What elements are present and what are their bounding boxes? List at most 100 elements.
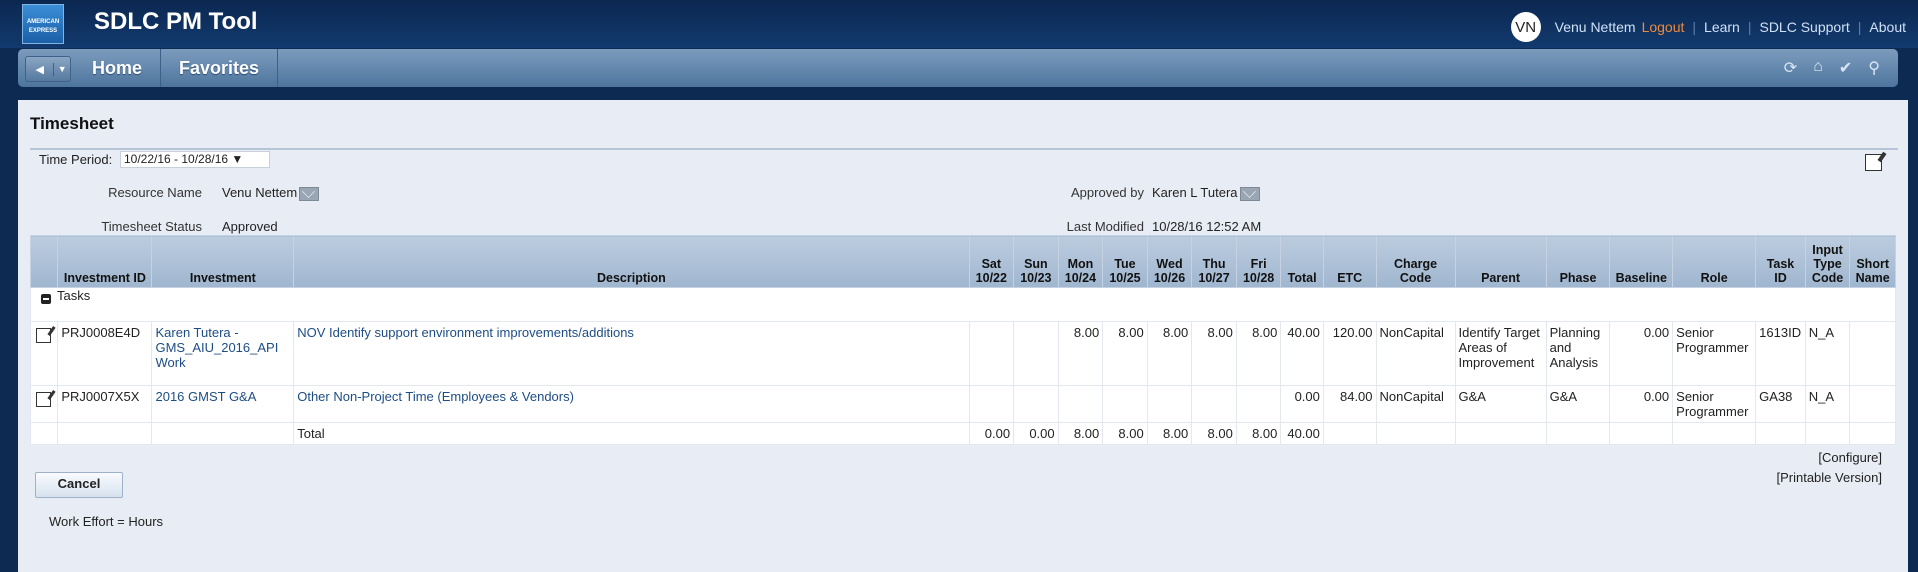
check-icon[interactable]: ✔ [1839,58,1852,78]
printable-version-link[interactable]: [Printable Version] [1776,470,1882,485]
thu-cell[interactable] [1191,385,1237,423]
role-cell: Senior Programmer [1672,321,1757,386]
refresh-icon[interactable]: ⟳ [1784,58,1797,78]
mail-icon[interactable] [1239,186,1260,201]
wed-cell[interactable]: 8.00 [1146,321,1193,386]
group-label: Tasks [57,288,91,303]
cancel-button[interactable]: Cancel [35,472,123,498]
header-baseline[interactable]: Baseline [1609,235,1674,288]
header-short-name[interactable]: Short Name [1849,235,1896,288]
header-parent[interactable]: Parent [1454,235,1547,288]
sun-total: 0.00 [1013,422,1059,445]
phase-cell: Planning and Analysis [1545,321,1611,386]
header-charge-code[interactable]: Charge Code [1375,235,1456,288]
sdlc-support-link[interactable]: SDLC Support [1759,19,1849,35]
header-fri[interactable]: Fri 10/28 [1235,235,1282,288]
header-mon[interactable]: Mon 10/24 [1057,235,1104,288]
header-select [29,235,59,288]
edit-icon[interactable] [36,392,51,407]
home-tab[interactable]: Home [74,49,162,87]
task-id-cell: 1613ID [1755,321,1806,386]
etc-cell: 120.00 [1322,321,1377,386]
header-investment-id[interactable]: Investment ID [57,235,153,288]
header-phase[interactable]: Phase [1545,235,1611,288]
logout-link[interactable]: Logout [1642,19,1685,35]
tue-cell[interactable]: 8.00 [1102,321,1148,386]
totals-row: Total 0.00 0.00 8.00 8.00 8.00 8.00 8.00… [29,422,1896,445]
favorites-tab[interactable]: Favorites [161,49,279,87]
top-nav: VN Venu Nettem Logout | Learn | SDLC Sup… [1510,12,1906,42]
charge-code-cell: NonCapital [1375,385,1456,423]
mon-total: 8.00 [1057,422,1104,445]
fri-total: 8.00 [1235,422,1282,445]
learn-link[interactable]: Learn [1704,19,1740,35]
back-button[interactable]: ◀ ▼ [25,56,71,82]
resource-name-value: Venu Nettem [222,185,320,201]
description-link[interactable]: Other Non-Project Time (Employees & Vend… [297,389,574,404]
timesheet-status-label: Timesheet Status [101,219,202,234]
configure-link[interactable]: [Configure] [1818,450,1882,465]
role-cell: Senior Programmer [1672,385,1757,423]
app-title: SDLC PM Tool [94,8,258,35]
content-panel: Timesheet Time Period: 10/22/16 - 10/28/… [18,100,1908,572]
header-sat[interactable]: Sat 10/22 [968,235,1015,288]
approved-by-value: Karen L Tutera [1152,185,1260,201]
divider: | [1857,19,1862,35]
mail-icon[interactable] [299,186,320,201]
fri-cell[interactable]: 8.00 [1235,321,1282,386]
header-task-id[interactable]: Task ID [1755,235,1806,288]
header-wed[interactable]: Wed 10/26 [1146,235,1193,288]
timesheet-status-value: Approved [222,219,278,234]
time-period-label: Time Period: [39,152,113,167]
about-link[interactable]: About [1869,19,1906,35]
investment-id-cell: PRJ0007X5X [57,385,153,423]
header-role[interactable]: Role [1672,235,1757,288]
description-link[interactable]: NOV Identify support environment improve… [297,325,634,340]
investment-link[interactable]: Karen Tutera - GMS_AIU_2016_API Work [155,325,278,370]
total-cell: 40.00 [1280,321,1324,386]
thu-cell[interactable]: 8.00 [1191,321,1237,386]
fri-cell[interactable] [1235,385,1282,423]
baseline-cell: 0.00 [1609,321,1674,386]
header-thu[interactable]: Thu 10/27 [1191,235,1237,288]
nav-icons: ⟳ ⌂ ✔ ⚲ [1784,58,1880,78]
amex-logo: AMERICAN EXPRESS [22,4,64,44]
header-description[interactable]: Description [293,235,970,288]
user-name-link[interactable]: Venu Nettem [1555,19,1636,35]
home-icon[interactable]: ⌂ [1813,58,1823,78]
parent-cell: Identify Target Areas of Improvement [1454,321,1547,386]
sun-cell[interactable] [1013,321,1059,386]
investment-id-cell: PRJ0008E4D [57,321,153,386]
sun-cell[interactable] [1013,385,1059,423]
avatar[interactable]: VN [1510,12,1541,42]
input-type-code-cell: N_A [1804,321,1851,386]
sat-cell[interactable] [968,385,1015,423]
back-arrow-icon[interactable]: ◀ [26,62,55,76]
investment-link[interactable]: 2016 GMST G&A [155,389,256,404]
divider: | [1692,19,1697,35]
sat-cell[interactable] [968,321,1015,386]
history-dropdown-icon[interactable]: ▼ [54,64,70,74]
mon-cell[interactable]: 8.00 [1057,321,1104,386]
edit-icon[interactable] [36,328,51,343]
time-period-select[interactable]: 10/22/16 - 10/28/16 ▼ [120,151,270,168]
tue-cell[interactable] [1102,385,1148,423]
header-investment[interactable]: Investment [151,235,295,288]
collapse-icon[interactable] [41,293,51,304]
totals-label: Total [293,422,970,445]
header-input-type-code[interactable]: Input Type Code [1804,235,1851,288]
search-icon[interactable]: ⚲ [1868,58,1880,78]
resource-name: Venu Nettem [222,185,298,200]
table-row: PRJ0007X5X 2016 GMST G&A Other Non-Proje… [29,385,1896,423]
header-sun[interactable]: Sun 10/23 [1013,235,1059,288]
header-tue[interactable]: Tue 10/25 [1102,235,1148,288]
grand-total: 40.00 [1280,422,1324,445]
header-total[interactable]: Total [1280,235,1324,288]
timesheet-table: Investment ID Investment Description Sat… [29,235,1896,445]
header-etc[interactable]: ETC [1322,235,1377,288]
mon-cell[interactable] [1057,385,1104,423]
edit-icon[interactable] [1865,154,1882,171]
top-bar: AMERICAN EXPRESS SDLC PM Tool VN Venu Ne… [0,0,1918,48]
nav-bar: ◀ ▼ Home Favorites ⟳ ⌂ ✔ ⚲ [18,49,1898,87]
wed-cell[interactable] [1146,385,1193,423]
